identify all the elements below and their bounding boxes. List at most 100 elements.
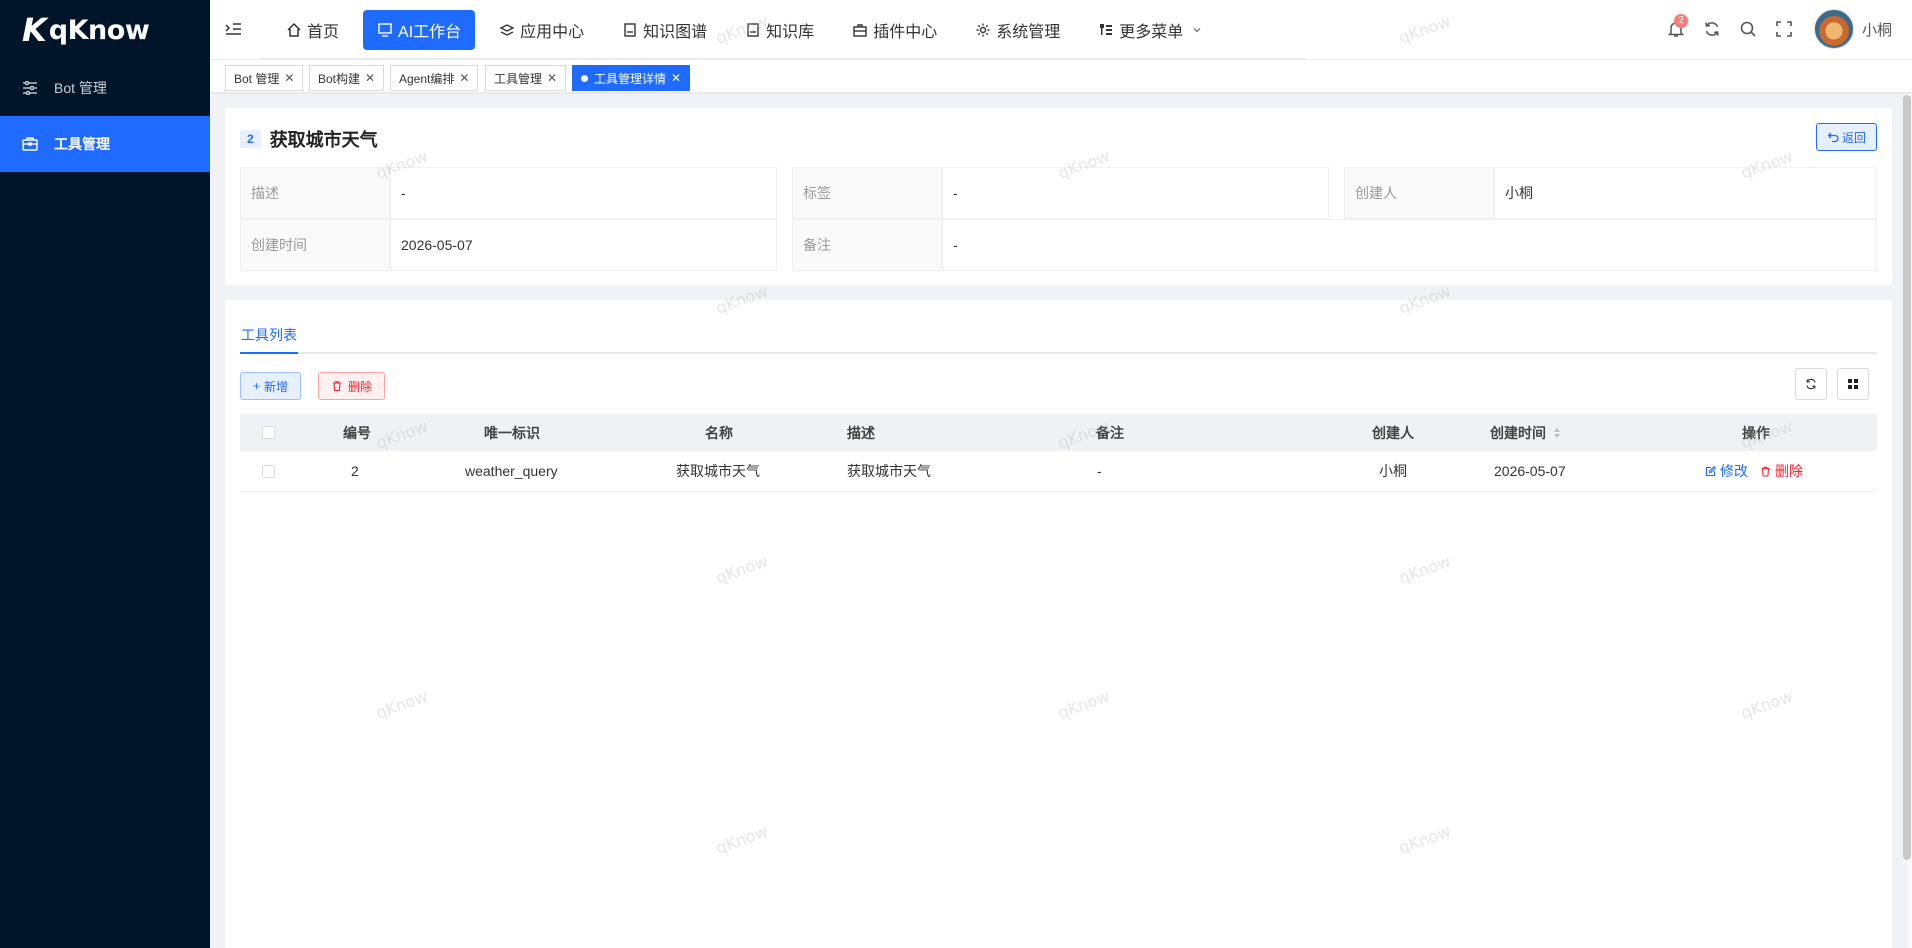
sort-icon[interactable]	[1552, 426, 1562, 440]
table-header: 编号 唯一标识 名称 描述 备注 创建人 创建时间 操作	[240, 414, 1877, 451]
col-created-time[interactable]: 创建时间	[1490, 414, 1562, 451]
refresh-table-button[interactable]	[1795, 368, 1827, 400]
back-button[interactable]: 返回	[1815, 123, 1877, 151]
logo[interactable]: K qKnow	[0, 0, 210, 60]
created-time-value: 2026-05-07	[390, 219, 777, 271]
nav-item-label: 更多菜单	[1119, 24, 1184, 41]
select-all-checkbox[interactable]	[262, 426, 275, 439]
delete-label: 删除	[1775, 463, 1803, 479]
active-dot-icon	[581, 74, 588, 82]
nav-item-knowledge-graph[interactable]: 知识图谱	[608, 10, 721, 50]
close-icon[interactable]: ✕	[365, 71, 375, 85]
remark-value: -	[942, 219, 1877, 271]
cell-name: 获取城市天气	[676, 463, 760, 479]
col-creator: 创建人	[1372, 424, 1414, 441]
nav-item-more-menu[interactable]: 更多菜单	[1084, 10, 1222, 50]
select-all-cell[interactable]	[262, 414, 275, 451]
notification-badge: 2	[1673, 14, 1688, 28]
nav-item-home[interactable]: 首页	[272, 10, 353, 50]
table-row: 2 weather_query 获取城市天气 获取城市天气 - 小桐 2026-…	[240, 451, 1877, 492]
delete-link[interactable]: 删除	[1760, 461, 1803, 481]
detail-card: 2 获取城市天气 返回 描述 - 标签 - 创建人 小桐 创建时间 2026-0…	[225, 108, 1892, 285]
tag-label: Agent编排	[399, 71, 455, 86]
tab-tool-list[interactable]: 工具列表	[240, 325, 298, 354]
nav-item-label: 插件中心	[873, 24, 938, 41]
edit-link[interactable]: 修改	[1705, 461, 1748, 481]
sidebar-item-label: 工具管理	[54, 136, 110, 152]
remark-label: 备注	[792, 219, 942, 271]
refresh-button[interactable]	[1694, 11, 1730, 47]
cell-remark: -	[1097, 463, 1102, 479]
layers-icon	[499, 24, 515, 36]
logo-mark-icon: K	[22, 11, 47, 49]
search-button[interactable]	[1730, 11, 1766, 47]
close-icon[interactable]: ✕	[459, 71, 469, 85]
add-button[interactable]: + 新增	[240, 372, 302, 400]
column-settings-button[interactable]	[1837, 368, 1869, 400]
sidebar-item-label: Bot 管理	[54, 80, 107, 96]
nav-item-label: 首页	[307, 24, 340, 41]
add-label: 新增	[264, 379, 289, 394]
col-id: 编号	[343, 424, 371, 441]
sliders-icon	[20, 80, 40, 96]
monitor-icon	[378, 23, 392, 37]
edit-label: 修改	[1720, 463, 1748, 479]
col-desc: 描述	[847, 424, 875, 441]
nav-item-label: 知识图谱	[643, 24, 708, 41]
close-icon[interactable]: ✕	[547, 71, 557, 85]
page-title: 获取城市天气	[269, 130, 378, 150]
nav-item-app-center[interactable]: 应用中心	[485, 10, 598, 50]
home-icon	[287, 22, 301, 37]
tag-bot-build[interactable]: Bot构建 ✕	[309, 65, 385, 91]
col-remark: 备注	[1096, 424, 1124, 441]
tools-card: 工具列表 + 新增 删除 编号 唯一标识 名称 描述 备注 创建人 创建时间 操…	[225, 300, 1892, 948]
sidebar-item-tool-management[interactable]: 工具管理	[0, 116, 210, 172]
tag-label: 标签	[792, 167, 942, 219]
nav-item-label: 应用中心	[520, 24, 585, 41]
notification-bell-button[interactable]: 2	[1658, 11, 1694, 47]
tree-list-icon	[1100, 24, 1113, 35]
refresh-icon	[1806, 378, 1816, 390]
row-checkbox[interactable]	[262, 464, 275, 478]
nav-divider	[260, 58, 1305, 59]
nav-item-knowledge-base[interactable]: 知识库	[731, 10, 828, 50]
row-select-cell[interactable]	[262, 451, 275, 491]
close-icon[interactable]: ✕	[284, 71, 294, 85]
back-label: 返回	[1841, 130, 1866, 145]
nav-item-ai-workbench[interactable]: AI工作台	[363, 10, 476, 50]
search-icon	[1740, 21, 1756, 37]
creator-value: 小桐	[1494, 167, 1877, 219]
scrollbar-thumb[interactable]	[1903, 95, 1911, 860]
close-icon[interactable]: ✕	[671, 71, 681, 85]
tag-label: 工具管理	[494, 71, 543, 86]
tabs: 工具列表	[240, 325, 1877, 354]
tag-label: 工具管理详情	[594, 71, 667, 86]
briefcase-icon	[853, 24, 867, 37]
tag-agent-orchestration[interactable]: Agent编排 ✕	[390, 65, 479, 91]
delete-button[interactable]: 删除	[318, 372, 386, 400]
undo-icon	[1827, 132, 1839, 143]
tags-view-bar: Bot 管理 ✕ Bot构建 ✕ Agent编排 ✕ 工具管理 ✕ 工具管理详情 ✕	[210, 60, 1912, 93]
trash-icon	[333, 381, 341, 392]
user-avatar[interactable]	[1813, 9, 1854, 49]
tag-value: -	[942, 167, 1329, 219]
tag-tool-management[interactable]: 工具管理 ✕	[485, 65, 567, 91]
edit-icon	[1705, 465, 1716, 476]
tag-tool-management-detail[interactable]: 工具管理详情 ✕	[572, 65, 691, 91]
cell-actions: 修改 删除	[1705, 451, 1803, 491]
sidebar-item-bot-management[interactable]: Bot 管理	[0, 60, 210, 116]
cell-created-time: 2026-05-07	[1494, 463, 1566, 479]
plus-icon: +	[253, 379, 261, 393]
chevron-down-icon	[1193, 28, 1201, 33]
fullscreen-button[interactable]	[1766, 11, 1802, 47]
nav-item-system-management[interactable]: 系统管理	[961, 10, 1074, 50]
fullscreen-icon	[1776, 21, 1792, 37]
nav-item-plugin-center[interactable]: 插件中心	[838, 10, 951, 50]
cell-desc: 获取城市天气	[847, 463, 931, 479]
user-name[interactable]: 小桐	[1862, 19, 1892, 40]
menu-fold-icon[interactable]	[224, 20, 244, 40]
toolbox-icon	[20, 136, 40, 152]
tag-bot-management[interactable]: Bot 管理 ✕	[225, 65, 304, 91]
sidebar: K qKnow Bot 管理 工具管理	[0, 0, 210, 948]
refresh-icon	[1705, 22, 1719, 36]
